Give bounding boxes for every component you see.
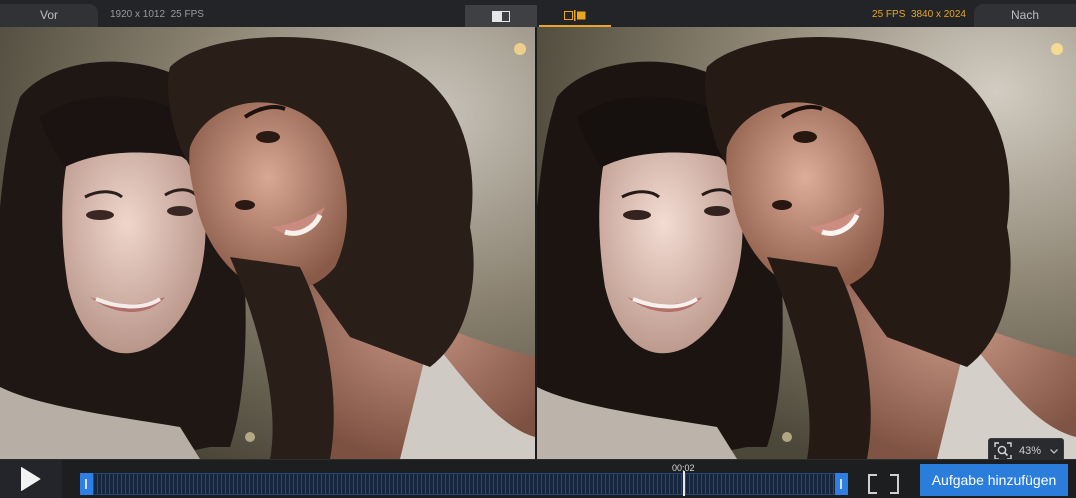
split-view-button[interactable]: [539, 5, 611, 27]
chevron-down-icon[interactable]: [1049, 446, 1059, 456]
before-preview: [0, 27, 535, 459]
single-view-icon: [492, 10, 510, 22]
zoom-fit-icon[interactable]: [993, 441, 1013, 461]
single-view-button[interactable]: [465, 5, 537, 27]
set-out-point-button[interactable]: [890, 474, 899, 494]
after-label: Nach: [974, 4, 1076, 27]
source-info: 1920 x 1012 25 FPS: [110, 9, 204, 20]
timeline-track[interactable]: [80, 471, 848, 496]
trim-start-handle[interactable]: [80, 473, 93, 495]
after-preview: [537, 27, 1076, 459]
comparison-viewer[interactable]: 43%: [0, 27, 1076, 464]
player-bar: 00:02 Aufgabe hinzufügen: [0, 459, 1076, 498]
set-in-point-button[interactable]: [868, 474, 877, 494]
top-bar: Vor 1920 x 1012 25 FPS 25 FPS 3840 x 202…: [0, 0, 1076, 28]
before-image: [0, 27, 535, 459]
play-icon: [21, 467, 41, 491]
zoom-value: 43%: [1019, 445, 1042, 457]
before-label: Vor: [0, 4, 98, 27]
trim-end-handle[interactable]: [835, 473, 848, 495]
play-button[interactable]: [0, 460, 62, 498]
playhead[interactable]: [683, 471, 685, 496]
add-task-button[interactable]: Aufgabe hinzufügen: [920, 464, 1068, 496]
split-view-icon: [564, 9, 586, 21]
output-info: 25 FPS 3840 x 2024: [872, 9, 966, 20]
after-image: [537, 27, 1076, 459]
